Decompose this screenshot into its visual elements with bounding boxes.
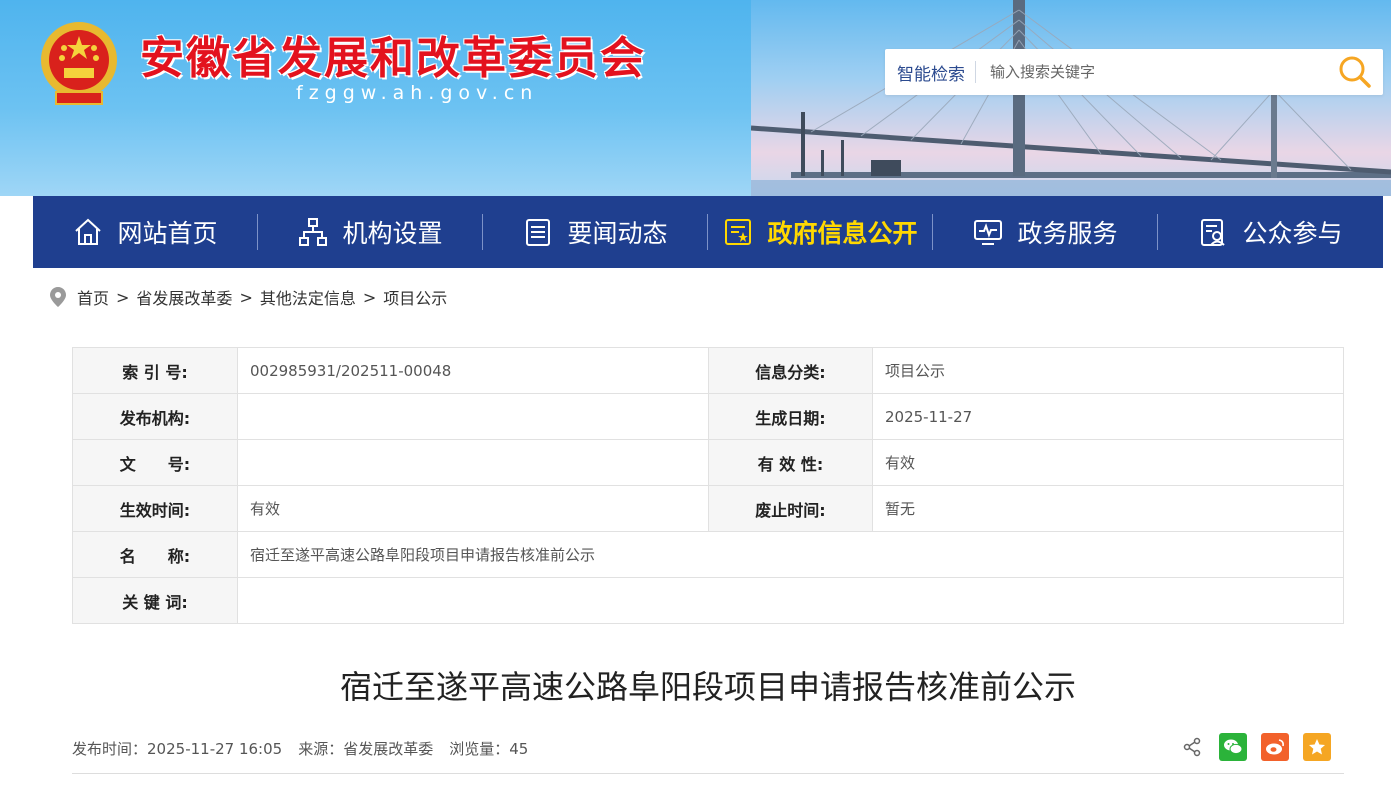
table-row: 文 号: 有 效 性: 有效 [72,439,1344,486]
created-date-label: 生成日期: [708,393,873,440]
breadcrumb-separator: > [116,287,130,307]
home-icon [73,217,103,247]
location-pin-icon [49,286,67,308]
keywords-value [237,577,1344,624]
search-divider [975,61,976,83]
nav-label-organization: 机构设置 [342,219,443,248]
breadcrumb: 首页 > 省发展改革委 > 其他法定信息 > 项目公示 [49,286,447,308]
search-button[interactable] [1327,49,1383,95]
effective-time-label: 生效时间: [72,485,238,532]
table-row: 名 称: 宿迁至遂平高速公路阜阳段项目申请报告核准前公示 [72,531,1344,578]
info-disclosure-icon [723,217,753,247]
source-value: 省发展改革委 [343,740,434,758]
search-input[interactable] [990,63,1327,81]
breadcrumb-separator: > [239,287,253,307]
breadcrumb-other-info[interactable]: 其他法定信息 [260,285,356,309]
index-number-value: 002985931/202511-00048 [237,347,709,394]
share-bar [1181,733,1331,761]
table-row: 关 键 词: [72,577,1344,624]
document-number-value [237,439,709,486]
name-label: 名 称: [72,531,238,578]
table-row: 索 引 号: 002985931/202511-00048 信息分类: 项目公示 [72,347,1344,394]
article-meta: 发布时间： 2025-11-27 16:05 来源： 省发展改革委 浏览量： 4… [72,738,528,759]
search-icon [1339,56,1371,88]
table-row: 发布机构: 生成日期: 2025-11-27 [72,393,1344,440]
effective-time-value: 有效 [237,485,709,532]
national-emblem-icon [41,22,117,105]
nav-label-news: 要闻动态 [567,219,668,248]
divider [72,773,1344,774]
publish-time-label: 发布时间： [72,740,148,758]
nav-label-info-disclosure: 政府信息公开 [767,219,918,248]
site-title[interactable]: 安徽省发展和改革委员会 [140,22,646,86]
search-box: 智能检索 [885,49,1383,95]
monitor-icon [973,217,1003,247]
nav-label-participation: 公众参与 [1242,219,1343,248]
news-icon [523,217,553,247]
nav-item-info-disclosure[interactable]: 政府信息公开 [708,196,933,268]
breadcrumb-commission[interactable]: 省发展改革委 [136,285,232,309]
org-chart-icon [298,217,328,247]
participation-icon [1198,217,1228,247]
nav-item-services[interactable]: 政务服务 [933,196,1158,268]
search-label[interactable]: 智能检索 [885,60,965,85]
expiry-time-value: 暂无 [872,485,1344,532]
validity-label: 有 效 性: [708,439,873,486]
keywords-label: 关 键 词: [72,577,238,624]
name-value: 宿迁至遂平高速公路阜阳段项目申请报告核准前公示 [237,531,1344,578]
content-panel: 首页 > 省发展改革委 > 其他法定信息 > 项目公示 索 引 号: 00298… [33,268,1383,804]
main-nav: 网站首页 机构设置 要闻动态 政府信息公开 政务服务 公众参与 [33,196,1383,268]
expiry-time-label: 废止时间: [708,485,873,532]
metadata-table: 索 引 号: 002985931/202511-00048 信息分类: 项目公示… [72,347,1344,624]
publisher-value [237,393,709,440]
breadcrumb-project-notice[interactable]: 项目公示 [383,285,447,309]
category-label: 信息分类: [708,347,873,394]
nav-label-home: 网站首页 [117,219,218,248]
document-number-label: 文 号: [72,439,238,486]
bridge-illustration [751,0,1391,196]
publisher-label: 发布机构: [72,393,238,440]
category-value: 项目公示 [872,347,1344,394]
nav-item-organization[interactable]: 机构设置 [258,196,483,268]
views-label: 浏览量： [449,740,510,758]
validity-value: 有效 [872,439,1344,486]
index-number-label: 索 引 号: [72,347,238,394]
weibo-icon[interactable] [1261,733,1289,761]
article-title: 宿迁至遂平高速公路阜阳段项目申请报告核准前公示 [339,668,1076,706]
views-value: 45 [509,739,529,758]
favorite-icon[interactable] [1303,733,1331,761]
site-domain: fzggw.ah.gov.cn [296,82,539,104]
header-banner: 安徽省发展和改革委员会 fzggw.ah.gov.cn 智能检索 [0,0,1391,196]
source-label: 来源： [298,740,344,758]
nav-label-services: 政务服务 [1017,219,1118,248]
share-icon[interactable] [1181,736,1203,758]
publish-time-value: 2025-11-27 16:05 [147,739,283,758]
nav-item-news[interactable]: 要闻动态 [483,196,708,268]
table-row: 生效时间: 有效 废止时间: 暂无 [72,485,1344,532]
wechat-icon[interactable] [1219,733,1247,761]
breadcrumb-home[interactable]: 首页 [77,285,109,309]
created-date-value: 2025-11-27 [872,393,1344,440]
nav-item-participation[interactable]: 公众参与 [1158,196,1383,268]
breadcrumb-separator: > [362,287,377,307]
nav-item-home[interactable]: 网站首页 [33,196,258,268]
